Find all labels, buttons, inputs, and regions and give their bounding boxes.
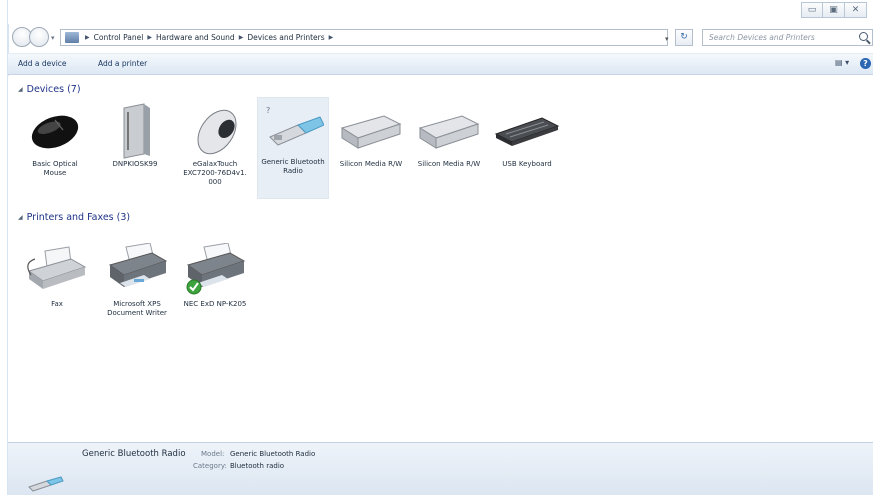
details-category-label: Category:: [193, 462, 227, 470]
forward-button[interactable]: [29, 27, 49, 47]
group-header-printers[interactable]: ◢ Printers and Faxes (3): [18, 212, 130, 223]
window-left-edge: [0, 0, 9, 495]
devices-view: ◢ Devices (7) Basic Optical Mouse DNPKIO…: [8, 76, 873, 442]
printer-item[interactable]: Microsoft XPS Document Writer: [102, 240, 172, 318]
help-icon[interactable]: ?: [860, 58, 871, 69]
address-row: ▾ ▶ Control Panel ▶ Hardware and Sound ▶…: [8, 26, 873, 52]
keyboard-icon: [492, 100, 562, 160]
device-label: Silicon Media R/W: [339, 160, 403, 168]
usb-bluetooth-adapter-icon: ?: [258, 98, 328, 158]
collapse-triangle-icon[interactable]: ◢: [18, 214, 23, 221]
usb-bluetooth-adapter-icon: [25, 471, 65, 495]
recent-pages-dropdown[interactable]: ▾: [51, 34, 55, 42]
search-icon[interactable]: [859, 32, 868, 41]
details-model-value: Generic Bluetooth Radio: [230, 450, 316, 458]
search-placeholder: Search Devices and Printers: [709, 33, 815, 42]
svg-text:?: ?: [266, 106, 270, 115]
minimize-button[interactable]: ▭: [801, 2, 823, 18]
printer-label: Fax: [51, 300, 63, 308]
device-label: Basic Optical Mouse: [32, 160, 78, 177]
details-pane: Generic Bluetooth Radio Model: Generic B…: [8, 442, 873, 495]
device-item[interactable]: Basic Optical Mouse: [20, 100, 90, 178]
breadcrumb-control-panel[interactable]: Control Panel: [94, 33, 144, 42]
refresh-button[interactable]: ↻: [675, 29, 693, 46]
printer-icon: [102, 240, 172, 300]
group-title: Devices (7): [26, 84, 81, 95]
caption-buttons: ▭ ▣ ✕: [801, 2, 867, 18]
add-device-button[interactable]: Add a device: [18, 59, 67, 68]
collapse-triangle-icon[interactable]: ◢: [18, 86, 23, 93]
device-label: DNPKIOSK99: [112, 160, 158, 168]
computer-tower-icon: [100, 100, 170, 160]
search-input[interactable]: Search Devices and Printers: [702, 29, 873, 46]
device-label: Generic Bluetooth Radio: [261, 158, 325, 175]
details-device-name: Generic Bluetooth Radio: [82, 449, 186, 459]
chevron-right-icon[interactable]: ▶: [147, 34, 152, 41]
device-label: eGalaxTouch EXC7200-76D4v1. 000: [183, 160, 247, 186]
mouse-icon: [20, 100, 90, 160]
device-item[interactable]: USB Keyboard: [492, 100, 562, 169]
close-button[interactable]: ✕: [845, 2, 867, 18]
fax-icon: [22, 240, 92, 300]
address-bar[interactable]: ▶ Control Panel ▶ Hardware and Sound ▶ D…: [60, 29, 668, 46]
drive-icon: [414, 100, 484, 160]
device-item[interactable]: eGalaxTouch EXC7200-76D4v1. 000: [180, 100, 250, 187]
device-item[interactable]: Silicon Media R/W: [414, 100, 484, 169]
printer-label: NEC ExD NP-K205: [183, 300, 247, 308]
mouse-icon: [180, 100, 250, 160]
device-label: USB Keyboard: [502, 160, 552, 168]
printer-label: Microsoft XPS Document Writer: [107, 300, 167, 317]
control-panel-icon: [65, 32, 79, 43]
address-history-dropdown[interactable]: ▾: [665, 35, 669, 43]
printer-item-default[interactable]: NEC ExD NP-K205: [180, 240, 250, 309]
title-bar: ▭ ▣ ✕: [8, 0, 873, 24]
printer-item[interactable]: Fax: [22, 240, 92, 309]
command-bar: Add a device Add a printer ▤ ▾ ?: [8, 53, 873, 75]
chevron-right-icon[interactable]: ▶: [329, 34, 334, 41]
chevron-right-icon[interactable]: ▶: [85, 34, 90, 41]
group-header-devices[interactable]: ◢ Devices (7): [18, 84, 81, 95]
add-printer-button[interactable]: Add a printer: [98, 59, 147, 68]
maximize-button[interactable]: ▣: [823, 2, 845, 18]
chevron-right-icon[interactable]: ▶: [239, 34, 244, 41]
printer-icon: [180, 240, 250, 300]
change-view-button[interactable]: ▤ ▾: [835, 58, 853, 70]
details-model-label: Model:: [201, 450, 225, 458]
drive-icon: [336, 100, 406, 160]
details-category-value: Bluetooth radio: [230, 462, 285, 470]
group-title: Printers and Faxes (3): [26, 212, 131, 223]
breadcrumb-hardware-and-sound[interactable]: Hardware and Sound: [156, 33, 235, 42]
device-item[interactable]: Silicon Media R/W: [336, 100, 406, 169]
breadcrumb-devices-and-printers[interactable]: Devices and Printers: [247, 33, 324, 42]
device-label: Silicon Media R/W: [417, 160, 481, 168]
device-item[interactable]: DNPKIOSK99: [100, 100, 170, 169]
device-item-selected[interactable]: ? Generic Bluetooth Radio: [257, 97, 329, 199]
